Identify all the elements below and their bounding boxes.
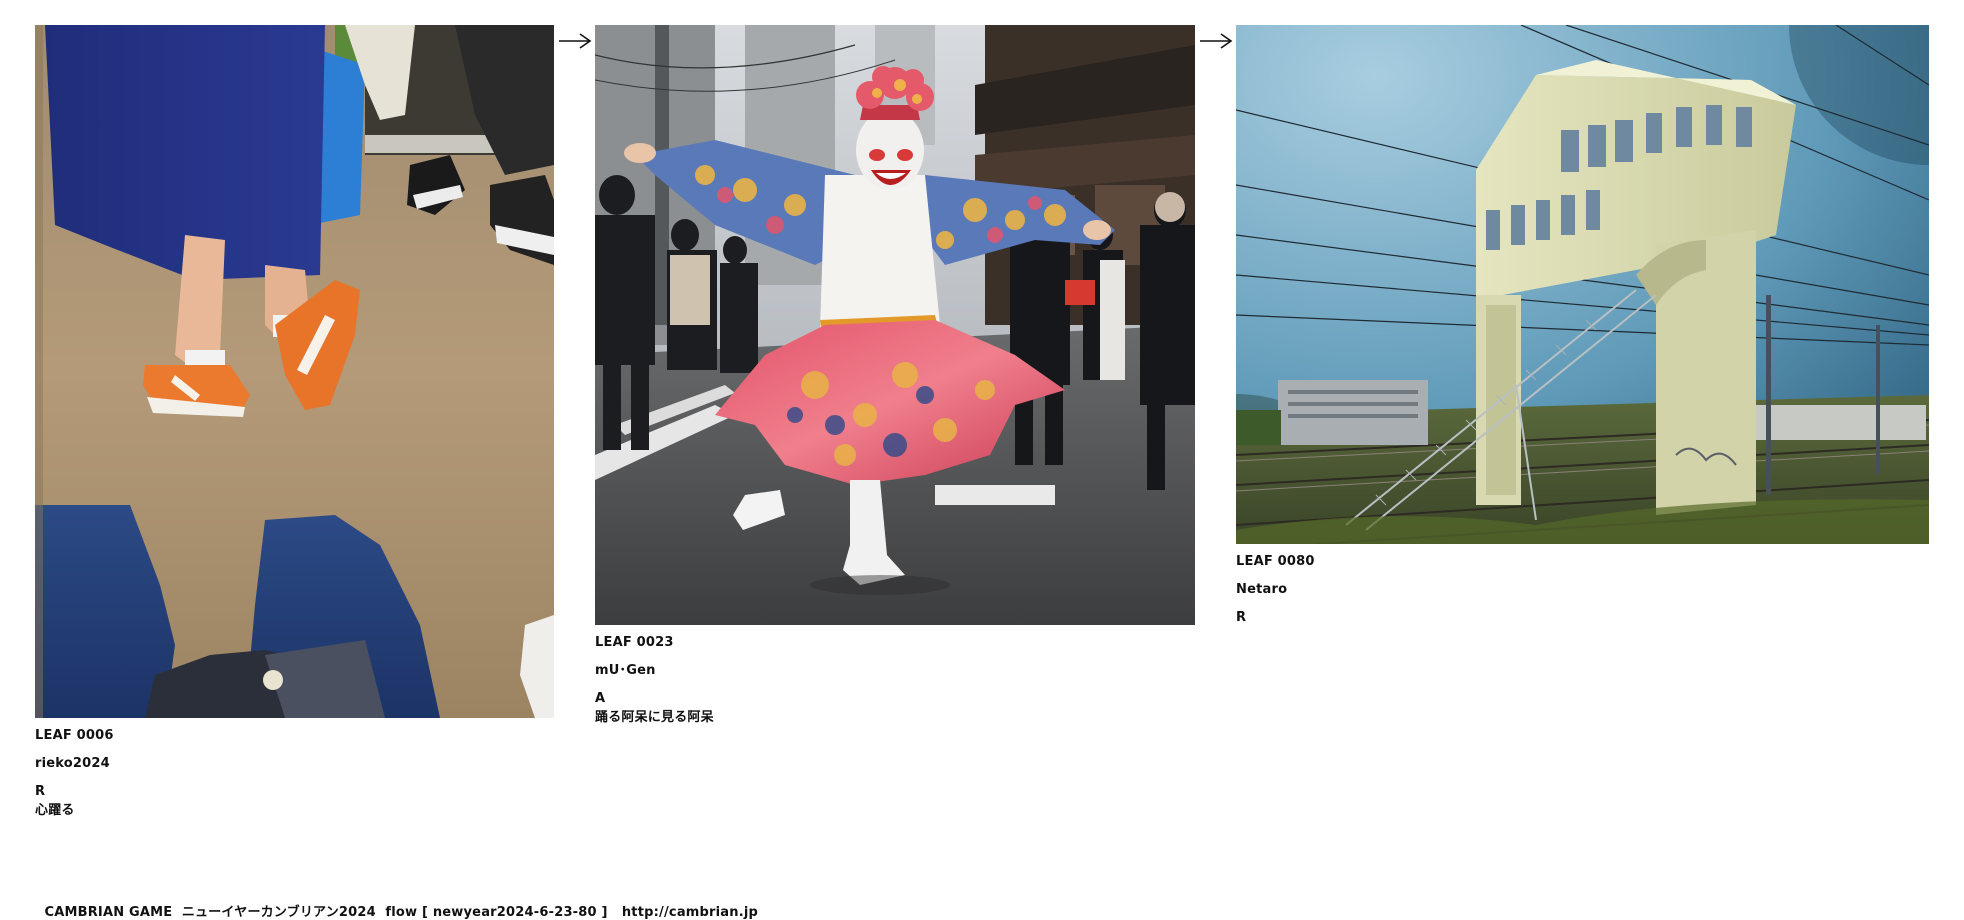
railway-tower-image [1236, 25, 1929, 544]
leaf-author[interactable]: mU･Gen [595, 661, 1195, 680]
arrow-right-icon [1200, 33, 1233, 49]
leaf-card-0080: LEAF 0080 Netaro R [1236, 25, 1929, 627]
leaf-id: LEAF 0080 [1236, 554, 1315, 569]
leaf-title: 踊る阿呆に見る阿呆 [595, 710, 714, 725]
footer: CAMBRIAN GAME ニューイヤーカンブリアン2024 flow [ ne… [35, 886, 758, 920]
train-floor-image [35, 25, 554, 718]
photo-street-dancer[interactable] [595, 25, 1195, 625]
footer-event-title: ニューイヤーカンブリアン2024 [181, 905, 376, 920]
leaf-id: LEAF 0023 [595, 635, 674, 650]
leaf-author[interactable]: rieko2024 [35, 754, 554, 773]
leaf-id: LEAF 0006 [35, 728, 114, 743]
photo-train-floor[interactable] [35, 25, 554, 718]
leaf-mark: A [595, 691, 606, 706]
arrow-right-icon [559, 33, 592, 49]
street-dancer-image [595, 25, 1195, 625]
footer-flow-id: flow [ newyear2024-6-23-80 ] [385, 905, 608, 920]
leaf-title: 心躍る [35, 803, 75, 818]
footer-site-link[interactable]: http://cambrian.jp [622, 905, 758, 920]
leaf-author[interactable]: Netaro [1236, 580, 1929, 599]
leaf-mark: R [35, 784, 46, 799]
leaf-card-0006: LEAF 0006 rieko2024 R 心躍る [35, 25, 554, 820]
leaf-mark: R [1236, 610, 1247, 625]
photo-railway-tower[interactable] [1236, 25, 1929, 544]
leaf-card-0023: LEAF 0023 mU･Gen A 踊る阿呆に見る阿呆 [595, 25, 1195, 727]
footer-game-title: CAMBRIAN GAME [44, 905, 173, 920]
